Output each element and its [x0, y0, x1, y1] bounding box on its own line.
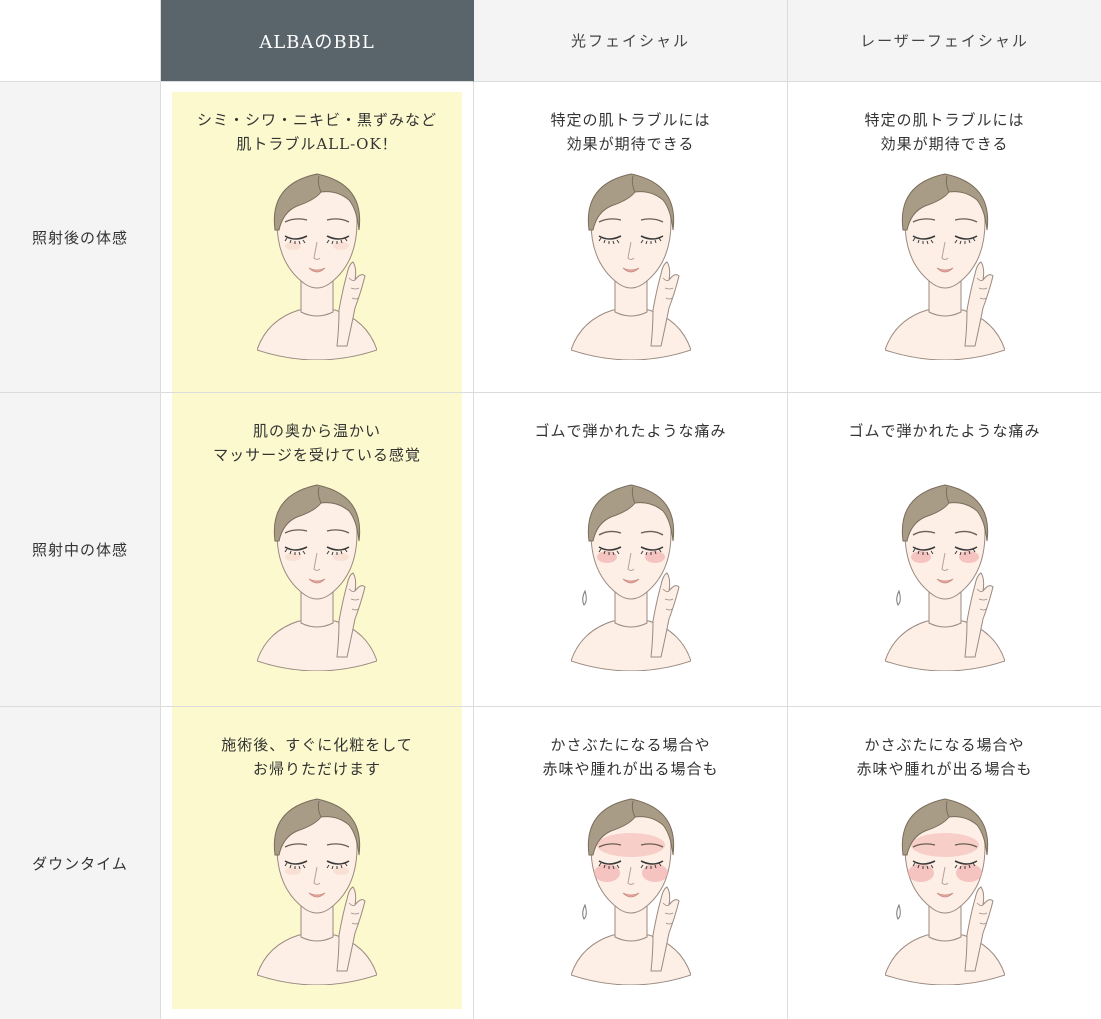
woman-face-illustration — [570, 785, 691, 985]
description-line: お帰りただけます — [252, 760, 381, 778]
cell-description: シミ・シワ・ニキビ・黒ずみなど 肌トラブルALL-OK！ — [197, 108, 437, 156]
description-line: マッサージを受けている感覚 — [213, 446, 421, 464]
woman-face-illustration — [257, 471, 377, 671]
cell-description: ゴムで弾かれたような痛み — [848, 419, 1040, 467]
table-cell: かさぶたになる場合や 赤味や腫れが出る場合も — [788, 707, 1101, 1019]
cell-description: 肌の奥から温かい マッサージを受けている感覚 — [213, 419, 421, 467]
cell-description: 施術後、すぐに化粧をして お帰りただけます — [221, 733, 413, 781]
table-cell: シミ・シワ・ニキビ・黒ずみなど 肌トラブルALL-OK！ — [161, 82, 474, 393]
description-line: かさぶたになる場合や — [550, 736, 711, 754]
woman-face-illustration — [257, 785, 377, 985]
row-header-downtime: ダウンタイム — [0, 707, 161, 1019]
table-cell: かさぶたになる場合や 赤味や腫れが出る場合も — [474, 707, 788, 1019]
cell-description: 特定の肌トラブルには 効果が期待できる — [550, 108, 710, 156]
cell-description: かさぶたになる場合や 赤味や腫れが出る場合も — [542, 733, 718, 781]
description-line — [848, 443, 1040, 467]
cell-description: ゴムで弾かれたような痛み — [534, 419, 726, 467]
comparison-table: ALBAのBBL 光フェイシャル レーザーフェイシャル 照射後の体感 シミ・シワ… — [0, 0, 1101, 1019]
woman-face-illustration — [884, 471, 1005, 671]
column-header-laser-facial: レーザーフェイシャル — [788, 0, 1101, 82]
table-cell: ゴムで弾かれたような痛み — [474, 393, 788, 707]
woman-face-illustration — [570, 471, 691, 671]
table-corner — [0, 0, 161, 82]
woman-face-illustration — [884, 785, 1005, 985]
column-header-alba-bbl: ALBAのBBL — [161, 0, 474, 82]
woman-face-illustration — [884, 160, 1005, 360]
table-cell: 特定の肌トラブルには 効果が期待できる — [788, 82, 1101, 393]
cell-description: かさぶたになる場合や 赤味や腫れが出る場合も — [856, 733, 1032, 781]
description-line: 特定の肌トラブルには — [864, 111, 1025, 129]
table-cell: 特定の肌トラブルには 効果が期待できる — [474, 82, 788, 393]
description-line: 効果が期待できる — [566, 135, 695, 153]
column-header-photo-facial: 光フェイシャル — [474, 0, 788, 82]
row-header-after-treatment: 照射後の体感 — [0, 82, 161, 393]
row-header-during-treatment: 照射中の体感 — [0, 393, 161, 707]
description-line: ゴムで弾かれたような痛み — [534, 422, 727, 440]
woman-face-illustration — [257, 160, 377, 360]
description-line: 赤味や腫れが出る場合も — [856, 760, 1033, 778]
description-line — [534, 443, 726, 467]
table-cell: ゴムで弾かれたような痛み — [788, 393, 1101, 707]
cell-description: 特定の肌トラブルには 効果が期待できる — [864, 108, 1024, 156]
description-line: かさぶたになる場合や — [864, 736, 1025, 754]
woman-face-illustration — [570, 160, 691, 360]
table-cell: 施術後、すぐに化粧をして お帰りただけます — [161, 707, 474, 1019]
description-line: 施術後、すぐに化粧をして — [221, 736, 413, 754]
description-line: 肌の奥から温かい — [252, 422, 381, 440]
description-line: 効果が期待できる — [880, 135, 1009, 153]
description-line: 赤味や腫れが出る場合も — [542, 760, 719, 778]
description-line: 肌トラブルALL-OK！ — [236, 135, 398, 153]
description-line: 特定の肌トラブルには — [550, 111, 711, 129]
description-line: シミ・シワ・ニキビ・黒ずみなど — [196, 111, 437, 129]
description-line: ゴムで弾かれたような痛み — [848, 422, 1041, 440]
table-cell: 肌の奥から温かい マッサージを受けている感覚 — [161, 393, 474, 707]
